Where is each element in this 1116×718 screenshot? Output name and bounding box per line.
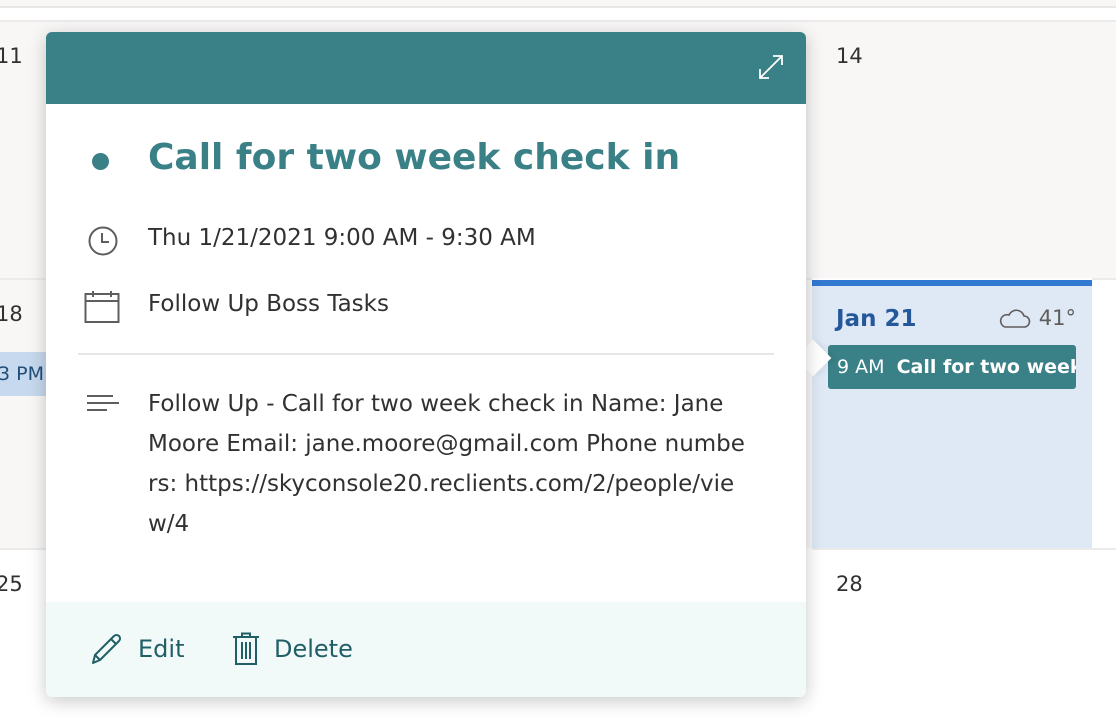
day-number: 25	[0, 572, 23, 596]
calendar-name: Follow Up Boss Tasks	[148, 291, 389, 317]
temperature: 41°	[1038, 306, 1076, 330]
event-time: 9 AM	[837, 356, 885, 378]
day-cell-21-today[interactable]: Jan 21 41° 9 AM Call for two week check …	[812, 280, 1092, 548]
day-number: 11	[0, 44, 23, 68]
delete-button[interactable]: Delete	[232, 632, 353, 666]
event-details-popup: Call for two week check in Thu 1/21/2021…	[46, 32, 806, 697]
calendar-icon	[84, 291, 120, 323]
day-number: 28	[836, 572, 863, 596]
event-title: Call for two week check in	[148, 137, 681, 178]
category-dot	[92, 153, 109, 170]
day-number: 14	[836, 44, 863, 68]
weather: 41°	[997, 306, 1076, 330]
edit-button[interactable]: Edit	[90, 632, 184, 666]
day-cell-14[interactable]: 14	[812, 20, 1116, 278]
cloud-icon	[999, 309, 1030, 328]
day-cell-22[interactable]	[1092, 278, 1116, 548]
event-title: Call for two week check in	[896, 356, 1076, 378]
event-description: Follow Up - Call for two week check in N…	[148, 391, 745, 537]
trash-icon	[233, 632, 259, 665]
event-datetime: Thu 1/21/2021 9:00 AM - 9:30 AM	[148, 225, 536, 251]
popup-actions: Edit Delete	[46, 602, 806, 697]
description-icon	[87, 395, 119, 411]
event-chip-selected[interactable]: 9 AM Call for two week check in	[828, 345, 1076, 389]
delete-label: Delete	[274, 635, 353, 663]
pencil-icon	[92, 633, 122, 664]
calendar-header-strip	[0, 0, 1116, 8]
expand-icon[interactable]	[756, 52, 786, 82]
event-time: 3 PM	[0, 363, 44, 385]
clock-icon	[88, 226, 118, 256]
popup-header	[46, 32, 806, 104]
divider	[78, 353, 774, 355]
day-number: 18	[0, 302, 23, 326]
day-cell-28[interactable]: 28	[812, 548, 1116, 718]
today-date: Jan 21	[836, 306, 917, 332]
edit-label: Edit	[138, 635, 185, 663]
